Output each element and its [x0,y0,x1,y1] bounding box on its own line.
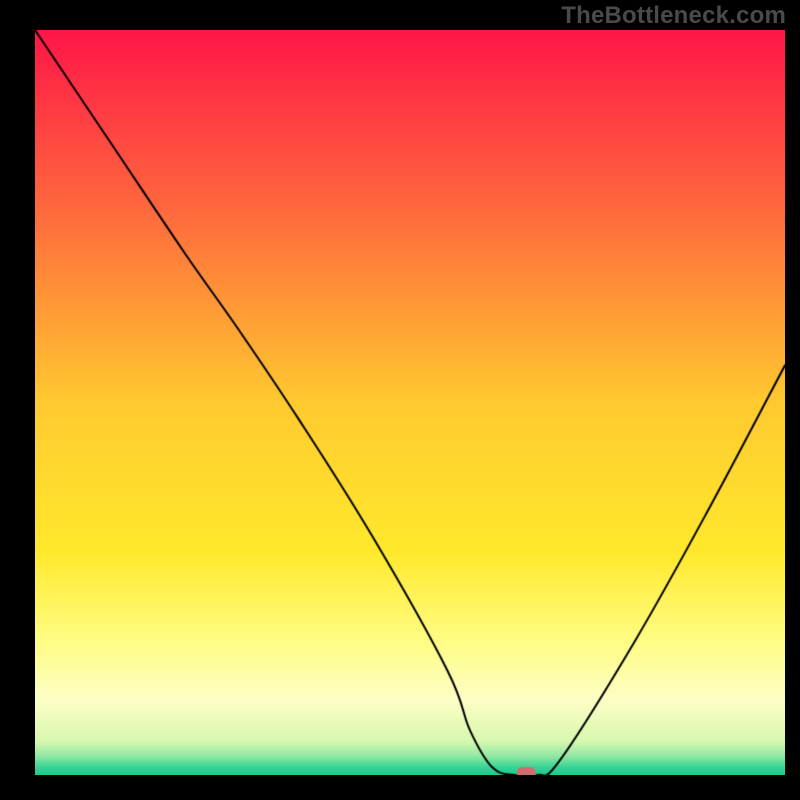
attribution-label: TheBottleneck.com [561,2,786,30]
bottleneck-chart-canvas [35,30,785,775]
chart-frame: TheBottleneck.com [0,0,800,800]
